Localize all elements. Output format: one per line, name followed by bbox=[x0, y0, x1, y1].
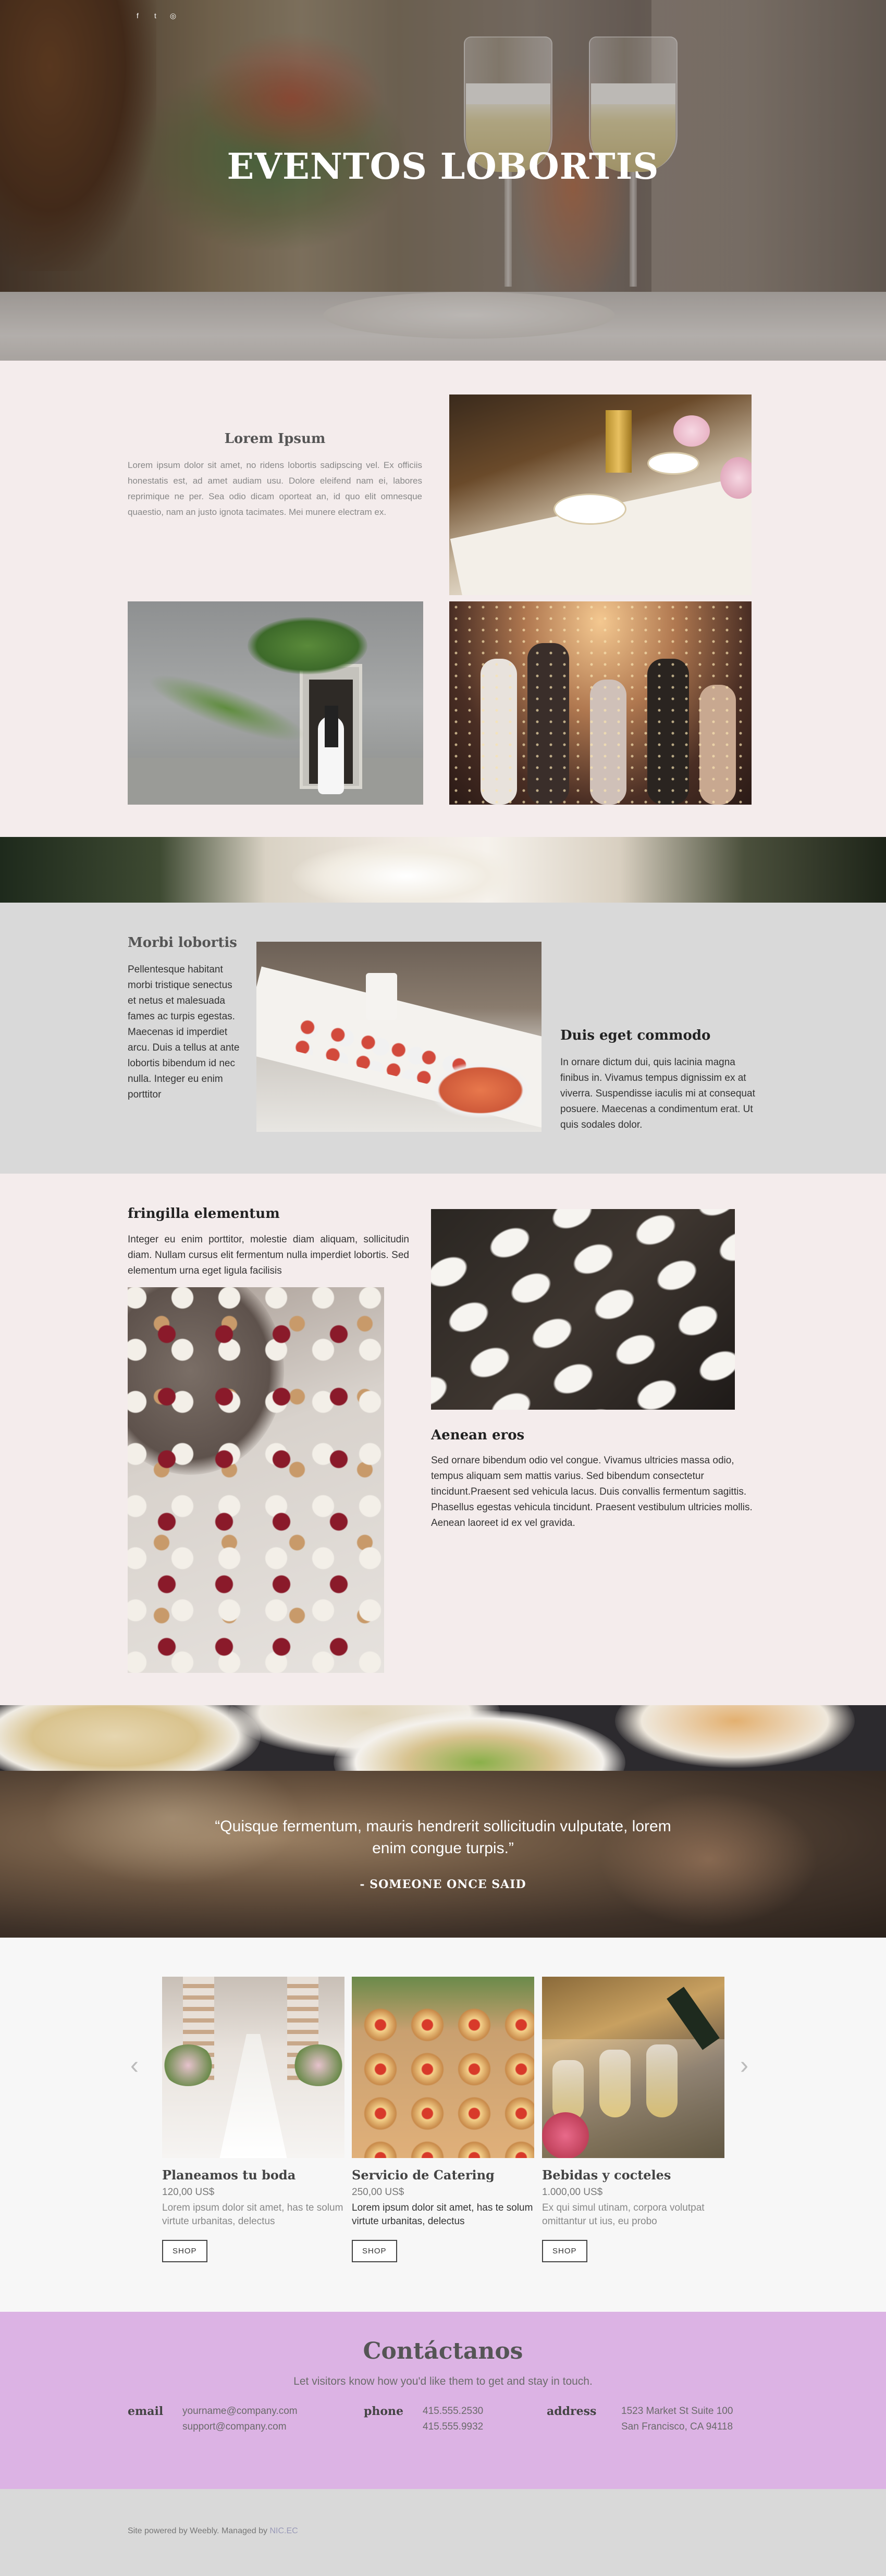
fringilla-heading: fringilla elementum bbox=[128, 1206, 280, 1222]
salad-bowls-banner-image bbox=[0, 1705, 886, 1771]
cocktails-image[interactable] bbox=[542, 1977, 724, 2158]
hero-banner: f t ◎ EVENTOS LOBORTIS bbox=[0, 0, 886, 361]
aenean-heading: Aenean eros bbox=[431, 1427, 525, 1443]
aenean-text: Sed ornare bibendum odio vel congue. Viv… bbox=[431, 1455, 753, 1529]
party-confetti-image bbox=[449, 601, 752, 805]
email-label: email bbox=[128, 2405, 164, 2418]
quote-body: Quisque fermentum, mauris hendrerit soll… bbox=[220, 1818, 671, 1857]
wedding-aisle-image[interactable] bbox=[162, 1977, 344, 2158]
product-name[interactable]: Bebidas y cocteles bbox=[542, 2167, 724, 2183]
email-link[interactable]: yourname@company.com bbox=[182, 2404, 298, 2419]
contact-heading: Contáctanos bbox=[363, 2338, 523, 2364]
duis-text: In ornare dictum dui, quis lacinia magna… bbox=[560, 1057, 755, 1130]
shop-button[interactable]: SHOP bbox=[352, 2240, 397, 2262]
instagram-icon[interactable]: ◎ bbox=[169, 11, 177, 20]
product-price: 1.000,00 US$ bbox=[542, 2187, 603, 2198]
product-description: Ex qui simul utinam, corpora volutpat om… bbox=[542, 2202, 705, 2227]
carousel-next-arrow-icon[interactable]: › bbox=[740, 2051, 748, 2080]
duis-heading: Duis eget commodo bbox=[560, 1028, 711, 1043]
intro-heading: Lorem Ipsum bbox=[224, 431, 326, 447]
phone-number: 415.555.9932 bbox=[423, 2421, 484, 2432]
email-values: yourname@company.com support@company.com bbox=[182, 2404, 298, 2435]
site-title: EVENTOS LOBORTIS bbox=[227, 146, 659, 188]
catering-section: fringilla elementum Integer eu enim port… bbox=[0, 1174, 886, 1705]
desserts-image bbox=[128, 1287, 384, 1673]
buffet-table-image bbox=[256, 942, 542, 1132]
tartlets-image[interactable] bbox=[352, 1977, 534, 2158]
fringilla-text: Integer eu enim porttitor, molestie diam… bbox=[128, 1234, 409, 1276]
testimonial-section: “Quisque fermentum, mauris hendrerit sol… bbox=[0, 1771, 886, 1938]
footer-credit: Site powered by Weebly. Managed by NIC.E… bbox=[128, 2526, 298, 2536]
quote-text: “Quisque fermentum, mauris hendrerit sol… bbox=[208, 1816, 678, 1859]
facebook-icon[interactable]: f bbox=[133, 11, 142, 20]
shop-button[interactable]: SHOP bbox=[162, 2240, 207, 2262]
product-card: Bebidas y cocteles 1.000,00 US$ Ex qui s… bbox=[542, 1977, 724, 2262]
address-label: address bbox=[547, 2405, 597, 2418]
site-footer: Site powered by Weebly. Managed by NIC.E… bbox=[0, 2489, 886, 2576]
phone-values: 415.555.2530 415.555.9932 bbox=[423, 2404, 483, 2435]
address-values: 1523 Market St Suite 100 San Francisco, … bbox=[621, 2404, 733, 2435]
product-card: Planeamos tu boda 120,00 US$ Lorem ipsum… bbox=[162, 1977, 344, 2262]
intro-text: Lorem ipsum dolor sit amet, no ridens lo… bbox=[128, 460, 422, 517]
morbi-heading: Morbi lobortis bbox=[128, 935, 237, 951]
product-card: Servicio de Catering 250,00 US$ Lorem ip… bbox=[352, 1977, 534, 2262]
twitter-icon[interactable]: t bbox=[151, 11, 159, 20]
product-description: Lorem ipsum dolor sit amet, has te solum… bbox=[162, 2202, 343, 2227]
quote-attribution: - SOMEONE ONCE SAID bbox=[360, 1878, 526, 1891]
phone-number: 415.555.2530 bbox=[423, 2406, 484, 2417]
address-line: 1523 Market St Suite 100 bbox=[621, 2406, 733, 2417]
banquet-table-image bbox=[449, 395, 752, 595]
products-carousel: ‹ › Planeamos tu boda 120,00 US$ Lorem i… bbox=[0, 1938, 886, 2312]
product-price: 250,00 US$ bbox=[352, 2187, 404, 2198]
morbi-text: Pellentesque habitant morbi tristique se… bbox=[128, 964, 240, 1100]
contact-subtitle: Let visitors know how you'd like them to… bbox=[293, 2375, 593, 2387]
canapes-spoons-image bbox=[431, 1209, 735, 1410]
product-description: Lorem ipsum dolor sit amet, has te solum… bbox=[352, 2202, 533, 2227]
carousel-prev-arrow-icon[interactable]: ‹ bbox=[130, 2051, 139, 2080]
open-quote-mark: “ bbox=[215, 1818, 220, 1835]
wedding-couple-image bbox=[128, 601, 423, 805]
services-section: Morbi lobortis Pellentesque habitant mor… bbox=[0, 903, 886, 1174]
contact-section: Contáctanos Let visitors know how you'd … bbox=[0, 2312, 886, 2489]
shop-button[interactable]: SHOP bbox=[542, 2240, 587, 2262]
email-link[interactable]: support@company.com bbox=[182, 2419, 298, 2435]
footer-credit-text: Site powered by Weebly. Managed by bbox=[128, 2526, 270, 2535]
close-quote-mark: ” bbox=[508, 1840, 514, 1857]
intro-section: Lorem Ipsum Lorem ipsum dolor sit amet, … bbox=[0, 361, 886, 837]
footer-link[interactable]: NIC.EC bbox=[269, 2526, 298, 2535]
product-name[interactable]: Servicio de Catering bbox=[352, 2167, 534, 2183]
flowers-banner-image bbox=[0, 837, 886, 910]
phone-label: phone bbox=[364, 2405, 404, 2418]
address-line: San Francisco, CA 94118 bbox=[621, 2421, 733, 2432]
product-name[interactable]: Planeamos tu boda bbox=[162, 2167, 344, 2183]
social-links: f t ◎ bbox=[133, 11, 177, 20]
product-price: 120,00 US$ bbox=[162, 2187, 215, 2198]
